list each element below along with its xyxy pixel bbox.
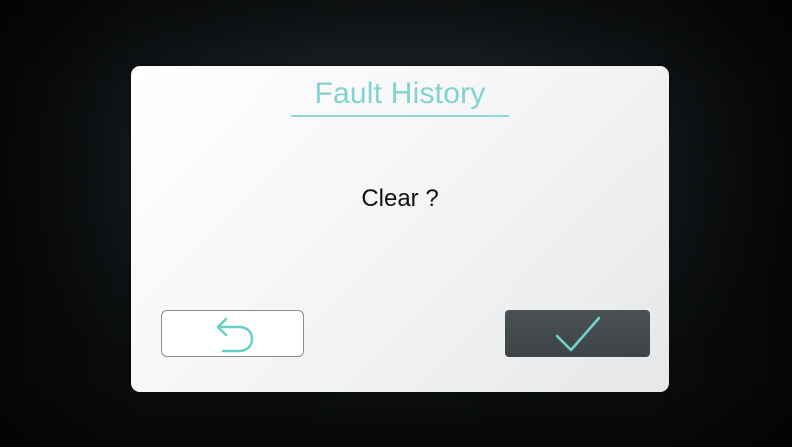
- dialog-message: Clear ?: [361, 185, 439, 212]
- back-arrow-icon: [209, 314, 257, 354]
- title-underline: [291, 115, 509, 117]
- dialog-title: Fault History: [314, 77, 486, 110]
- fault-history-dialog: Fault History Clear ?: [131, 66, 669, 392]
- confirm-button[interactable]: [505, 310, 650, 357]
- back-button[interactable]: [161, 310, 304, 357]
- checkmark-icon: [553, 314, 603, 354]
